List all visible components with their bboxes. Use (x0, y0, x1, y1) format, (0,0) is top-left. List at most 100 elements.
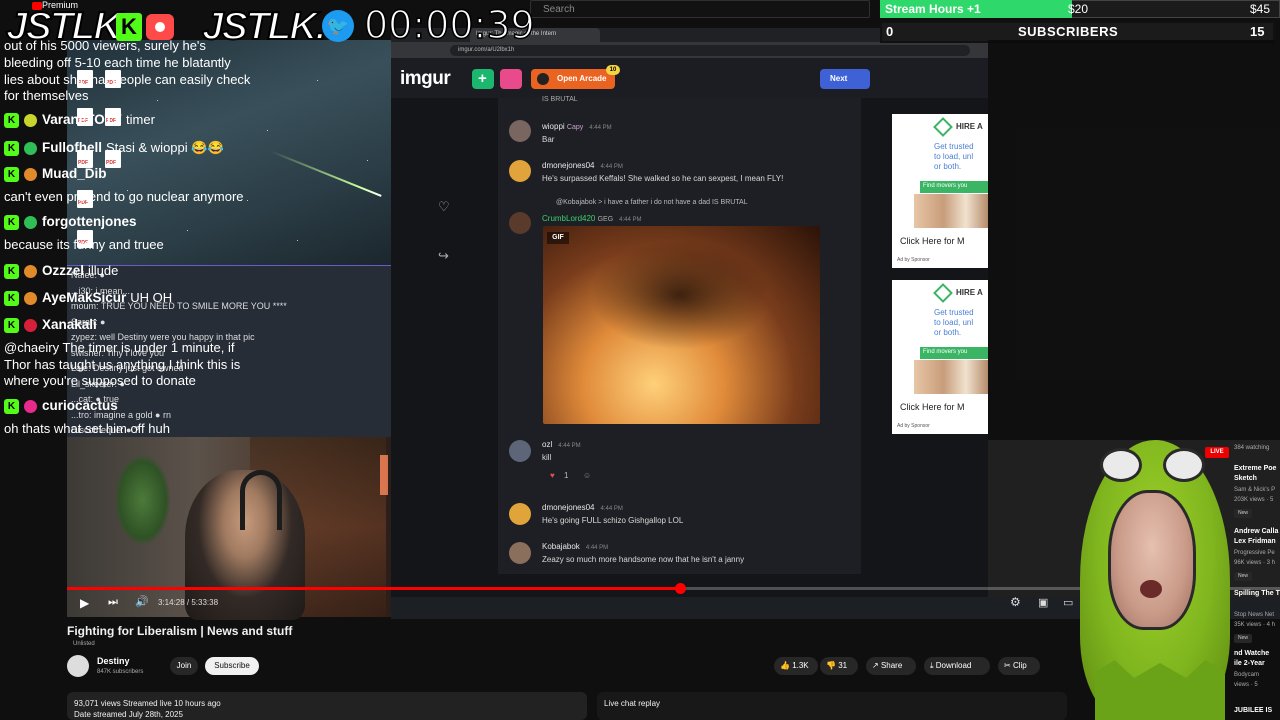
gif-shadow (590, 240, 770, 350)
ad-banner: Find movers you (920, 181, 988, 193)
gamepad-icon[interactable] (500, 69, 522, 89)
upvote-icon[interactable]: ♥ (550, 471, 555, 480)
like-button[interactable]: 👍 1.3K (774, 657, 818, 675)
chat-text: bleeding off 5-10 each time he blatantly (4, 55, 231, 70)
subscribe-button[interactable]: Subscribe (205, 657, 259, 675)
comment-username[interactable]: dmonejones04 4:44 PM (542, 503, 623, 512)
kick-chat-overlay (988, 40, 1280, 440)
chat-message: @chaeiry The timer is under 1 minute, if (4, 340, 234, 356)
ad-cta[interactable]: Click Here for M (900, 402, 965, 412)
cartoon-face (1108, 490, 1196, 630)
comment-username[interactable]: wioppi Capy 4:44 PM (542, 122, 612, 131)
chat-text: Stasi & wioppi 😂😂 (106, 140, 224, 155)
ad-logo-icon (933, 283, 953, 303)
chat-username[interactable]: Ozzzel (42, 263, 84, 278)
clip-button[interactable]: ✂ Clip (998, 657, 1040, 675)
next-video-icon[interactable]: ⏭ (108, 596, 118, 609)
comment-username[interactable]: dmonejones04 4:44 PM (542, 161, 623, 170)
channel-name[interactable]: Destiny (97, 656, 130, 666)
kick-badge-icon: K (4, 263, 19, 279)
clip-label: Clip (1012, 661, 1027, 670)
ad-sponsor: Ad by Sponsor (897, 257, 930, 263)
webcam-plant (115, 455, 170, 545)
recommended-views[interactable]: 35K views · 4 h (1234, 622, 1275, 628)
search-input[interactable]: Search (530, 0, 870, 18)
username[interactable]: CrumbLord420 (542, 214, 595, 223)
ad-photo (914, 194, 988, 228)
progress-scrubber[interactable] (675, 583, 686, 594)
comment-username[interactable]: ozl 4:44 PM (542, 440, 581, 449)
time-readout: 3:14:28 / 5:33:38 (158, 598, 219, 607)
webcam-lamp (380, 455, 388, 495)
recommended-title[interactable]: Extreme Poe (1234, 465, 1276, 472)
recommended-channel[interactable]: Progressive Pe (1234, 550, 1275, 556)
miniplayer-icon[interactable]: ▣ (1038, 596, 1048, 609)
theater-mode-icon[interactable]: ▭ (1063, 596, 1073, 609)
username[interactable]: Kobajabok (542, 542, 580, 551)
heart-icon[interactable]: ♡ (438, 199, 450, 215)
recommended-views[interactable]: 203K views · 5 (1234, 497, 1273, 503)
recommended-channel[interactable]: Bodycam (1234, 672, 1259, 678)
recommended-views[interactable]: 96K views · 3 h (1234, 560, 1275, 566)
sidebar-ad[interactable]: HIRE A Get trusted to load, unl or both.… (892, 280, 988, 434)
kick-badge-icon: K (4, 214, 19, 230)
username[interactable]: ozl (542, 440, 552, 449)
recommended-title[interactable]: Spilling The T (1234, 590, 1280, 597)
comment-username[interactable]: Kobajabok 4:44 PM (542, 542, 608, 551)
username[interactable]: wioppi (542, 122, 565, 131)
share-button[interactable]: ↗ Share (866, 657, 916, 675)
avatar[interactable] (509, 440, 531, 462)
download-button[interactable]: ⤓ Download (924, 657, 990, 675)
play-icon[interactable]: ▶ (80, 596, 89, 610)
channel-avatar[interactable] (67, 655, 89, 677)
avatar[interactable] (509, 160, 531, 182)
recommended-title[interactable]: nd Watche (1234, 650, 1269, 657)
volume-icon[interactable]: 🔊 (135, 595, 149, 608)
username[interactable]: dmonejones04 (542, 161, 594, 170)
sidebar-ad[interactable]: HIRE A Get trusted to load, unl or both.… (892, 114, 988, 268)
thumbs-down-icon: 👎 (826, 661, 839, 670)
recommended-title[interactable]: Lex Fridman (1234, 538, 1276, 545)
user-badge: GEG (597, 216, 614, 223)
dislike-button[interactable]: 👎 31 (820, 657, 858, 675)
recommended-channel[interactable]: Sam & Nick's P (1234, 487, 1275, 493)
settings-gear-icon[interactable]: ⚙ (1010, 595, 1021, 609)
avatar[interactable] (509, 212, 531, 234)
chat-message: because its funny and truee (4, 237, 164, 253)
chat-username[interactable]: curiocactus (42, 398, 118, 413)
recommended-title[interactable]: Andrew Calla (1234, 528, 1278, 535)
chat-username[interactable]: forgottenjones (42, 214, 137, 229)
new-post-button[interactable] (472, 69, 494, 89)
chat-message: bleeding off 5-10 each time he blatantly (4, 55, 231, 71)
imgur-logo[interactable]: imgur (400, 68, 451, 90)
recommended-title[interactable]: Sketch (1234, 475, 1257, 482)
join-button[interactable]: Join (170, 657, 198, 675)
like-count: 1.3K (792, 661, 809, 670)
chat-text: timer (126, 112, 155, 127)
avatar[interactable] (509, 503, 531, 525)
avatar[interactable] (509, 120, 531, 142)
live-chat-replay-panel[interactable] (597, 692, 1067, 720)
comment-username[interactable]: CrumbLord420 GEG 4:44 PM (542, 214, 642, 223)
subscriber-goal-target: 15 (1250, 24, 1265, 39)
recommended-views[interactable]: views · 5 (1234, 682, 1258, 688)
recommended-title[interactable]: ile 2-Year (1234, 660, 1265, 667)
reply-context[interactable]: @Kobajabok > i have a father i do not ha… (556, 199, 748, 206)
recommended-channel[interactable]: Stop News Net (1234, 612, 1274, 618)
new-badge: New (1234, 509, 1252, 518)
twitter-bird-icon: 🐦 (322, 10, 354, 42)
chat-username[interactable]: VaraneTOTY (42, 112, 122, 127)
chat-username[interactable]: Muad_Dib (42, 166, 107, 181)
chat-username[interactable]: Fullofhell (42, 140, 102, 155)
add-reaction-icon[interactable]: ☺ (583, 471, 591, 480)
chat-username[interactable]: Xanakali (42, 317, 97, 332)
ad-cta[interactable]: Click Here for M (900, 236, 965, 246)
chat-text: oh thats what set him off huh (4, 421, 170, 436)
chat-username[interactable]: AyeMakSicur (42, 290, 126, 305)
next-post-button[interactable]: Next (820, 69, 870, 89)
avatar[interactable] (509, 542, 531, 564)
stream-timer: 00:00:39 (363, 2, 535, 48)
share-icon[interactable]: ↪ (438, 248, 449, 264)
recommended-title[interactable]: JUBILEE IS (1234, 707, 1272, 714)
username[interactable]: dmonejones04 (542, 503, 594, 512)
